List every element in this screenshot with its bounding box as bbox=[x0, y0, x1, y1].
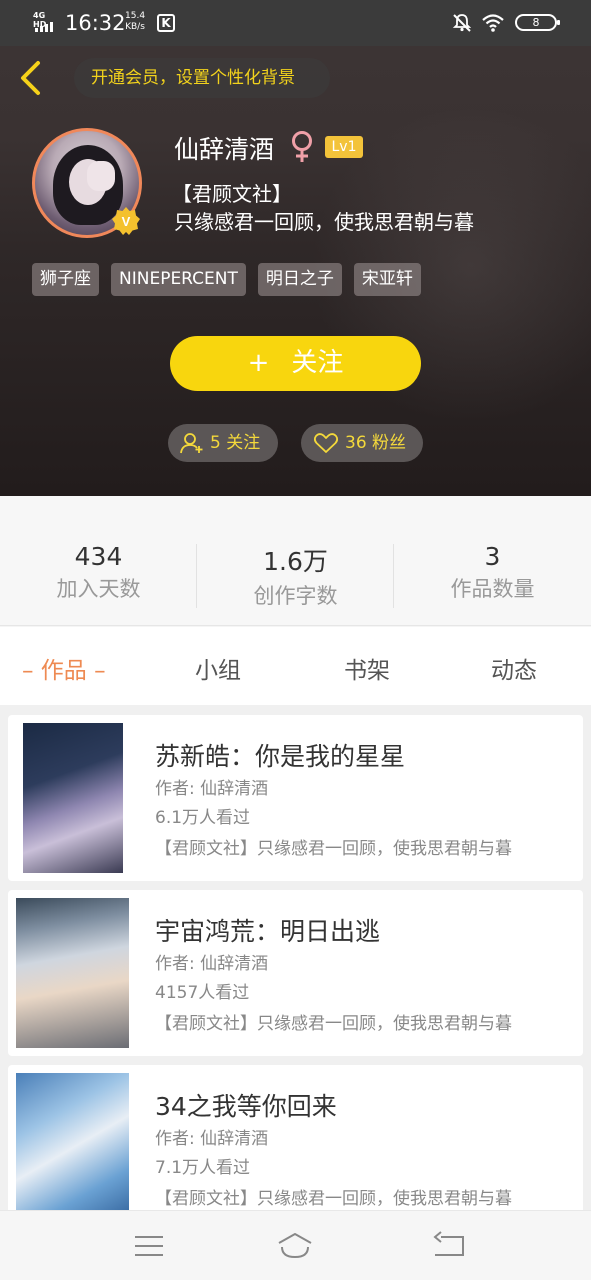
work-author: 作者: 仙辞清酒 bbox=[155, 779, 269, 799]
works-list: 苏新皓：你是我的星星 作者: 仙辞清酒 6.1万人看过 【君顾文社】只缘感君一回… bbox=[0, 705, 591, 1210]
stat-value: 1.6万 bbox=[263, 547, 328, 576]
stat-label: 加入天数 bbox=[56, 577, 141, 601]
work-views: 7.1万人看过 bbox=[155, 1158, 251, 1178]
work-title: 宇宙鸿荒：明日出逃 bbox=[155, 917, 381, 946]
follow-label: 关注 bbox=[291, 348, 344, 378]
menu-icon[interactable] bbox=[131, 1231, 167, 1261]
tag[interactable]: NINEPERCENT bbox=[111, 263, 246, 296]
work-card[interactable]: 34之我等你回来 作者: 仙辞清酒 7.1万人看过 【君顾文社】只缘感君一回顾，… bbox=[8, 1065, 583, 1210]
stat-value: 434 bbox=[74, 542, 123, 571]
network-speed: 15.4 KB/s bbox=[125, 11, 145, 33]
tag[interactable]: 宋亚轩 bbox=[353, 263, 421, 296]
following-count: 5 关注 bbox=[210, 433, 261, 453]
fans-count: 36 粉丝 bbox=[345, 433, 407, 453]
work-description: 【君顾文社】只缘感君一回顾，使我思君朝与暮 bbox=[155, 1014, 512, 1034]
app-notification-icon: K bbox=[157, 14, 175, 32]
following-count-button[interactable]: 5 关注 bbox=[168, 424, 278, 462]
network-signal-icon: 4G HD bbox=[33, 11, 57, 32]
tab-works[interactable]: – 作品 – bbox=[22, 651, 106, 685]
back-icon[interactable] bbox=[431, 1231, 467, 1261]
battery-icon: 8 bbox=[515, 14, 560, 31]
follow-button[interactable]: + 关注 bbox=[170, 336, 421, 391]
fans-count-button[interactable]: 36 粉丝 bbox=[301, 424, 423, 462]
speed-unit: KB/s bbox=[125, 22, 145, 32]
wifi-icon bbox=[482, 14, 504, 32]
clock: 16:32 bbox=[65, 11, 126, 35]
system-nav-bar bbox=[0, 1210, 591, 1280]
home-icon[interactable] bbox=[277, 1231, 313, 1261]
stat-label: 创作字数 bbox=[253, 584, 338, 608]
work-views: 4157人看过 bbox=[155, 983, 250, 1003]
vip-background-prompt[interactable]: 开通会员，设置个性化背景 bbox=[74, 58, 330, 98]
heart-icon bbox=[313, 433, 339, 453]
work-views: 6.1万人看过 bbox=[155, 808, 251, 828]
work-title: 34之我等你回来 bbox=[155, 1092, 337, 1121]
profile-header: 开通会员，设置个性化背景 V 仙辞清酒 Lv1 【君顾文社】 只缘感君一回顾，使… bbox=[0, 46, 591, 496]
bio-line-2: 只缘感君一回顾，使我思君朝与暮 bbox=[174, 210, 474, 234]
tab-groups[interactable]: 小组 bbox=[195, 651, 241, 685]
work-author: 作者: 仙辞清酒 bbox=[155, 1129, 269, 1149]
work-cover-image bbox=[23, 723, 123, 873]
work-title: 苏新皓：你是我的星星 bbox=[155, 742, 406, 771]
stats-row: 434 加入天数 1.6万 创作字数 3 作品数量 bbox=[0, 496, 591, 626]
tab-bar: – 作品 – 小组 书架 动态 bbox=[0, 627, 591, 705]
tab-bookshelf[interactable]: 书架 bbox=[344, 651, 390, 685]
stat-join-days: 434 加入天数 bbox=[0, 542, 197, 603]
person-add-icon bbox=[180, 433, 203, 454]
tab-activity[interactable]: 动态 bbox=[491, 651, 537, 685]
speed-value: 15.4 bbox=[125, 11, 146, 21]
work-description: 【君顾文社】只缘感君一回顾，使我思君朝与暮 bbox=[155, 839, 512, 859]
work-author: 作者: 仙辞清酒 bbox=[155, 954, 269, 974]
chevron-left-icon[interactable] bbox=[14, 58, 48, 98]
nickname: 仙辞清酒 bbox=[174, 135, 275, 164]
stat-value: 3 bbox=[484, 542, 501, 571]
bio-line-1: 【君顾文社】 bbox=[172, 182, 292, 206]
plus-icon: + bbox=[247, 348, 270, 378]
svg-text:V: V bbox=[122, 214, 131, 229]
v-badge-icon: V bbox=[112, 207, 140, 235]
status-bar: 4G HD 16:32 15.4 KB/s K 8 bbox=[0, 0, 591, 46]
bell-muted-icon bbox=[452, 14, 472, 32]
tag[interactable]: 狮子座 bbox=[32, 263, 99, 296]
tag-list: 狮子座 NINEPERCENT 明日之子 宋亚轩 bbox=[32, 263, 421, 296]
work-cover-image bbox=[16, 1073, 129, 1210]
stat-label: 作品数量 bbox=[450, 577, 535, 601]
level-badge: Lv1 bbox=[325, 136, 363, 158]
work-cover-image bbox=[16, 898, 129, 1048]
work-description: 【君顾文社】只缘感君一回顾，使我思君朝与暮 bbox=[155, 1189, 512, 1209]
work-card[interactable]: 宇宙鸿荒：明日出逃 作者: 仙辞清酒 4157人看过 【君顾文社】只缘感君一回顾… bbox=[8, 890, 583, 1056]
stat-word-count: 1.6万 创作字数 bbox=[197, 542, 394, 610]
tag[interactable]: 明日之子 bbox=[257, 263, 342, 296]
stat-works-count: 3 作品数量 bbox=[394, 542, 591, 603]
female-icon bbox=[292, 131, 312, 162]
work-card[interactable]: 苏新皓：你是我的星星 作者: 仙辞清酒 6.1万人看过 【君顾文社】只缘感君一回… bbox=[8, 715, 583, 881]
